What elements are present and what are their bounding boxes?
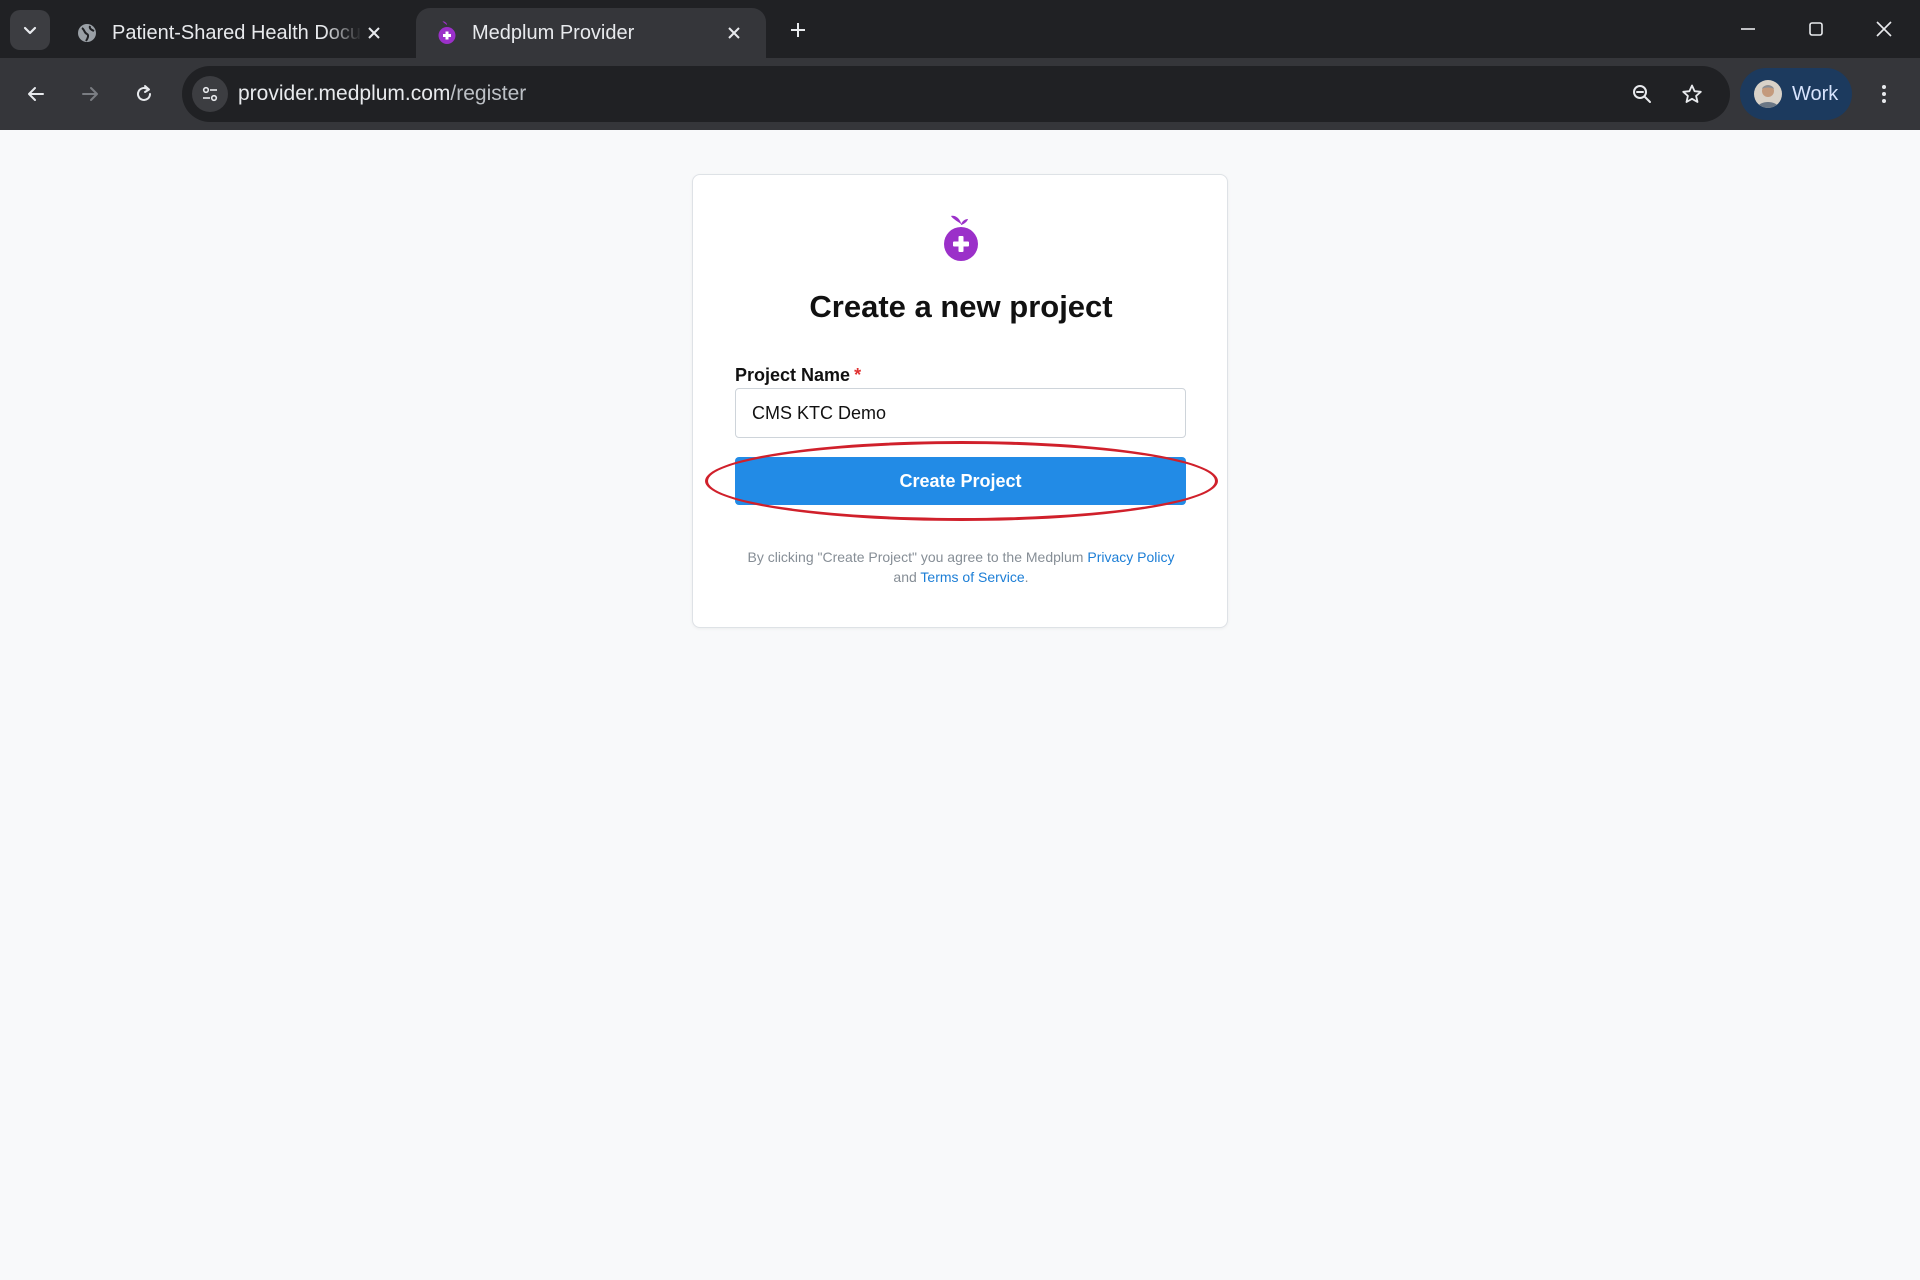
page-viewport: Create a new project Project Name* Creat… [0, 130, 1920, 1280]
privacy-policy-link[interactable]: Privacy Policy [1087, 549, 1174, 565]
forward-button[interactable] [68, 72, 112, 116]
person-icon [1757, 85, 1779, 108]
url-host: provider.medplum.com [238, 82, 451, 105]
address-bar[interactable]: provider.medplum.com/register [182, 66, 1730, 122]
globe-icon [78, 24, 96, 42]
url-text[interactable]: provider.medplum.com/register [238, 66, 526, 122]
url-path: /register [450, 82, 527, 105]
plus-icon [791, 23, 805, 37]
arrow-left-icon [28, 87, 44, 101]
close-window-button[interactable] [1854, 6, 1914, 52]
legal-suffix: . [1024, 569, 1029, 585]
reload-icon [137, 85, 151, 101]
more-vertical-icon [1882, 85, 1886, 103]
close-icon [1876, 21, 1892, 37]
maximize-icon [1809, 22, 1823, 36]
project-name-label-text: Project Name [735, 365, 851, 385]
legal-and: and [893, 569, 917, 585]
zoom-out-icon [1633, 85, 1651, 103]
terms-of-service-link[interactable]: Terms of Service [920, 569, 1024, 585]
register-card: Create a new project Project Name* Creat… [692, 174, 1228, 628]
minimize-icon [1741, 28, 1755, 30]
close-tab-button[interactable] [362, 21, 386, 45]
tab-search-button[interactable] [10, 10, 50, 50]
avatar [1754, 80, 1782, 108]
reload-button[interactable] [122, 72, 166, 116]
browser-titlebar: Patient-Shared Health Documen Medplum Pr… [0, 0, 1920, 58]
legal-notice: By clicking "Create Project" you agree t… [723, 547, 1199, 587]
new-tab-button[interactable] [780, 12, 816, 48]
tab-patient-shared[interactable]: Patient-Shared Health Documen [56, 8, 406, 58]
close-icon [368, 27, 380, 39]
project-name-input[interactable] [735, 388, 1186, 438]
medplum-icon [438, 21, 456, 44]
close-tab-button[interactable] [722, 21, 746, 45]
create-project-button[interactable]: Create Project [735, 457, 1186, 505]
close-icon [728, 27, 740, 39]
star-icon [1682, 84, 1702, 103]
site-info-button[interactable] [192, 76, 228, 112]
medplum-logo-icon [944, 215, 978, 261]
chevron-down-icon [23, 26, 37, 35]
back-button[interactable] [14, 72, 58, 116]
project-name-label: Project Name * [735, 365, 861, 386]
profile-label: Work [1792, 82, 1839, 105]
browser-toolbar: provider.medplum.com/register Work [0, 58, 1920, 130]
tab-title: Medplum Provider [472, 21, 635, 44]
zoom-button[interactable] [1624, 76, 1660, 112]
tab-title: Patient-Shared Health Documen [112, 21, 362, 44]
bookmark-button[interactable] [1674, 76, 1710, 112]
tab-medplum-provider[interactable]: Medplum Provider [416, 8, 766, 58]
minimize-button[interactable] [1718, 6, 1778, 52]
maximize-button[interactable] [1786, 6, 1846, 52]
arrow-right-icon [82, 87, 98, 101]
profile-button[interactable]: Work [1740, 68, 1852, 120]
page-title: Create a new project [809, 289, 1113, 324]
legal-prefix: By clicking "Create Project" you agree t… [747, 549, 1084, 565]
browser-menu-button[interactable] [1864, 72, 1904, 116]
required-marker: * [854, 365, 862, 385]
tune-icon [202, 86, 218, 102]
